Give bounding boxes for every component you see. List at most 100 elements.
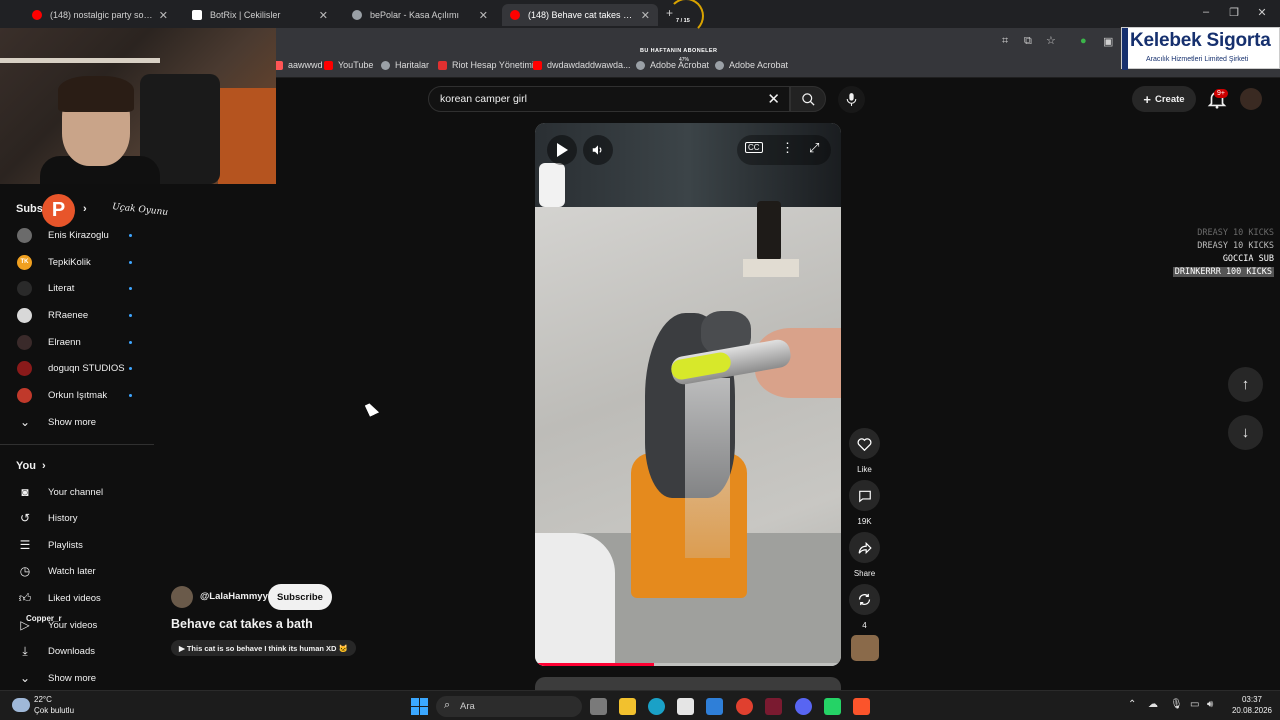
obs-icon[interactable] <box>765 698 782 715</box>
bookmark-haritalar[interactable]: Haritalar <box>381 60 429 70</box>
bookmark-riot[interactable]: Riot Hesap Yönetimi <box>438 60 534 70</box>
fullscreen-icon[interactable]: ⤢ <box>809 140 819 156</box>
sidebar-item-playlists[interactable]: ☰ Playlists <box>0 532 154 558</box>
sidebar-item-enis-kirazoglu[interactable]: Enis Kirazoglu <box>0 222 154 248</box>
next-short-button[interactable]: ↓ <box>1228 415 1263 450</box>
tray-chevron-up-icon[interactable]: ⌃ <box>1128 699 1136 710</box>
video-progress-bar[interactable] <box>535 663 841 666</box>
search-query: korean camper girl <box>440 93 527 105</box>
bookmark-dwdaw[interactable]: dwdawdaddwawda... <box>533 60 631 70</box>
like-label: Like <box>857 465 872 474</box>
bookmark-youtube[interactable]: YouTube <box>324 60 373 70</box>
short-video-player[interactable]: CC ⋮ ⤢ <box>535 123 841 666</box>
sidebar-item-elraenn[interactable]: Elraenn <box>0 329 154 355</box>
like-button[interactable] <box>849 428 880 459</box>
share-button[interactable] <box>849 532 880 563</box>
account-avatar[interactable] <box>1240 88 1262 110</box>
comment-action[interactable]: 19K <box>849 480 880 526</box>
file-explorer-icon[interactable] <box>619 698 636 715</box>
sidebar-item-liked-videos[interactable]: 👍︎ Liked videos <box>0 585 154 611</box>
sidebar-item-literat[interactable]: Literat <box>0 275 154 301</box>
sidebar-item-show-more-you[interactable]: ⌄ Show more <box>0 665 154 691</box>
extensions-puzzle-icon[interactable]: ▣ <box>1103 35 1113 48</box>
sidebar-item-show-more-subs[interactable]: ⌄ Show more <box>0 409 154 435</box>
cast-icon[interactable]: ⧉ <box>1024 35 1032 48</box>
taskbar-search[interactable]: ⌕ Ara <box>436 696 582 717</box>
more-options-icon[interactable]: ⋮ <box>781 140 794 156</box>
taskbar-search-label: Ara <box>460 701 475 712</box>
tab-nostalgic-party-songs[interactable]: (148) nostalgic party songs – cl ✕ <box>24 4 176 26</box>
search-input[interactable]: korean camper girl ✕ <box>428 86 790 112</box>
short-description-chip[interactable]: ▶ This cat is so behave I think its huma… <box>171 640 356 656</box>
minimize-icon[interactable]: – <box>1198 6 1214 18</box>
tab-bepolar[interactable]: bePolar - Kasa Açılımı ✕ <box>344 4 496 26</box>
translate-icon[interactable]: ⌗ <box>1002 35 1008 48</box>
sidebar-item-doguqn-studios[interactable]: doguqn STUDIOS <box>0 355 154 381</box>
short-title[interactable]: Behave cat takes a bath <box>171 617 313 631</box>
weather-widget[interactable]: 22°C Çok bulutlu <box>34 694 74 716</box>
whatsapp-icon[interactable] <box>824 698 841 715</box>
create-button[interactable]: + Create <box>1132 86 1196 112</box>
voice-search-button[interactable] <box>838 86 865 113</box>
bookmark-adobe-2[interactable]: Adobe Acrobat <box>715 60 788 70</box>
sponsor-logo: Kelebek Sigorta Aracılık Hizmetleri Limi… <box>1121 27 1280 70</box>
search-button[interactable] <box>790 86 826 112</box>
tab-behave-cat[interactable]: (148) Behave cat takes a bath ✕ <box>502 4 658 26</box>
tray-volume-icon[interactable]: 🔊︎ <box>1207 699 1213 710</box>
store-icon[interactable] <box>677 698 694 715</box>
sound-thumbnail[interactable] <box>851 635 879 661</box>
sidebar-item-your-channel[interactable]: ◙ Your channel <box>0 479 154 505</box>
sidebar-item-history[interactable]: ↺ History <box>0 505 154 531</box>
close-tab-icon[interactable]: ✕ <box>479 9 488 22</box>
edge-icon[interactable] <box>648 698 665 715</box>
remix-button[interactable] <box>849 584 880 615</box>
sidebar-item-watch-later[interactable]: ◷ Watch later <box>0 558 154 584</box>
taskbar-clock[interactable]: 03:37 20.08.2026 <box>1228 694 1276 716</box>
bookmark-aawwwd[interactable]: aawwwd <box>274 60 323 70</box>
maximize-icon[interactable]: ❐ <box>1226 6 1242 19</box>
close-tab-icon[interactable]: ✕ <box>319 9 328 22</box>
tray-cloud-icon[interactable]: ☁ <box>1148 699 1158 710</box>
channel-avatar[interactable] <box>171 586 193 608</box>
sidebar-item-downloads[interactable]: ⤓ Downloads <box>0 638 154 664</box>
webcam-shelf <box>0 58 160 63</box>
share-action[interactable]: Share <box>849 532 880 578</box>
sidebar-item-orkun-isitmak[interactable]: Orkun Işıtmak <box>0 382 154 408</box>
extension-icon[interactable]: ● <box>1080 35 1087 47</box>
task-view-icon[interactable] <box>590 698 607 715</box>
bookmark-star-icon[interactable]: ☆ <box>1046 34 1056 47</box>
tray-network-icon[interactable]: ▭ <box>1190 699 1199 710</box>
sidebar-item-your-videos[interactable]: ▷ Your videos <box>0 612 154 638</box>
you-heading[interactable]: You › <box>16 460 46 472</box>
captions-icon[interactable]: CC <box>745 142 763 153</box>
mail-icon[interactable] <box>706 698 723 715</box>
like-action[interactable]: Like <box>849 428 880 474</box>
brave-icon[interactable] <box>853 698 870 715</box>
tray-mic-icon[interactable]: 🎙︎ <box>1170 699 1183 710</box>
subscriptions-heading-start: Subs <box>16 203 43 215</box>
clear-search-icon[interactable]: ✕ <box>767 90 780 108</box>
comment-button[interactable] <box>849 480 880 511</box>
channel-name[interactable]: @LalaHammyy <box>200 591 268 602</box>
windows-start-icon[interactable] <box>411 698 428 715</box>
subscribe-button[interactable]: Subscribe <box>268 584 332 610</box>
discord-icon[interactable] <box>795 698 812 715</box>
close-tab-icon[interactable]: ✕ <box>641 9 650 22</box>
new-content-dot <box>129 260 132 264</box>
video-frame-toilet <box>535 533 615 666</box>
chrome-icon[interactable] <box>736 698 753 715</box>
mouse-cursor <box>364 401 380 417</box>
bookmark-adobe-1[interactable]: Adobe Acrobat <box>636 60 709 70</box>
close-tab-icon[interactable]: ✕ <box>159 9 168 22</box>
play-button[interactable] <box>547 135 577 165</box>
video-progress-fill <box>535 663 655 666</box>
video-frame-bottle <box>757 201 781 261</box>
volume-button[interactable] <box>583 135 613 165</box>
remix-action[interactable]: 4 <box>849 584 880 630</box>
close-window-icon[interactable]: ✕ <box>1254 6 1270 19</box>
sidebar-item-rraenee[interactable]: RRaenee <box>0 302 154 328</box>
tab-botrix[interactable]: BotRix | Cekilisler ✕ <box>184 4 336 26</box>
previous-short-button[interactable]: ↑ <box>1228 367 1263 402</box>
sidebar-item-tepkikolik[interactable]: TK TepkiKolik <box>0 249 154 275</box>
next-short-preview[interactable] <box>535 677 841 690</box>
